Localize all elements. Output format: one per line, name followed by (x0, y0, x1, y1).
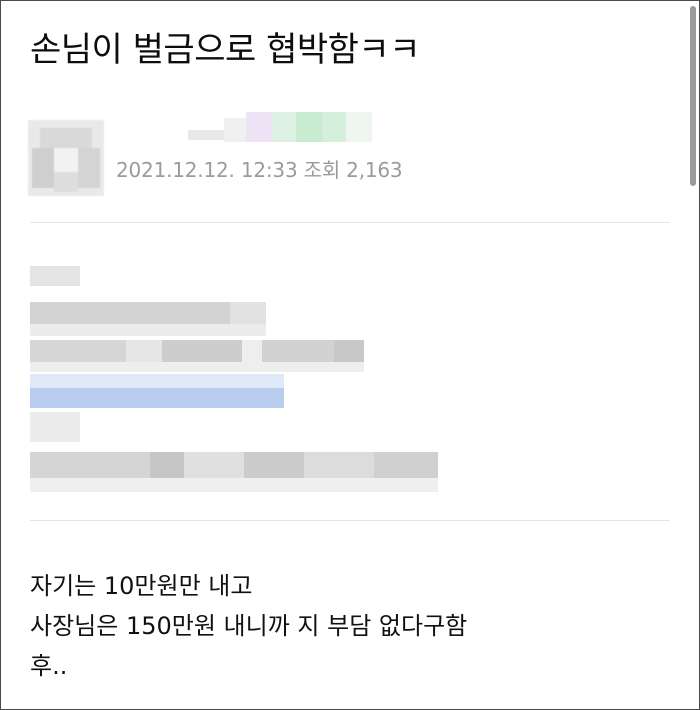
post-body: 자기는 10만원만 내고 사장님은 150만원 내니까 지 부담 없다구함 후.… (30, 566, 467, 686)
post-body-line: 자기는 10만원만 내고 (30, 572, 253, 600)
avatar (28, 120, 104, 196)
divider-bottom (30, 520, 670, 521)
author-name-pixelated (188, 112, 378, 142)
scrollbar[interactable] (690, 6, 696, 186)
divider-top (30, 222, 670, 223)
post-meta: 2021.12.12. 12:33 조회 2,163 (116, 158, 403, 182)
post-body-line: 사장님은 150만원 내니까 지 부담 없다구함 (30, 612, 468, 640)
post-body-line: 후.. (30, 652, 68, 680)
post-title: 손님이 벌금으로 협박함ㅋㅋ (30, 30, 420, 70)
